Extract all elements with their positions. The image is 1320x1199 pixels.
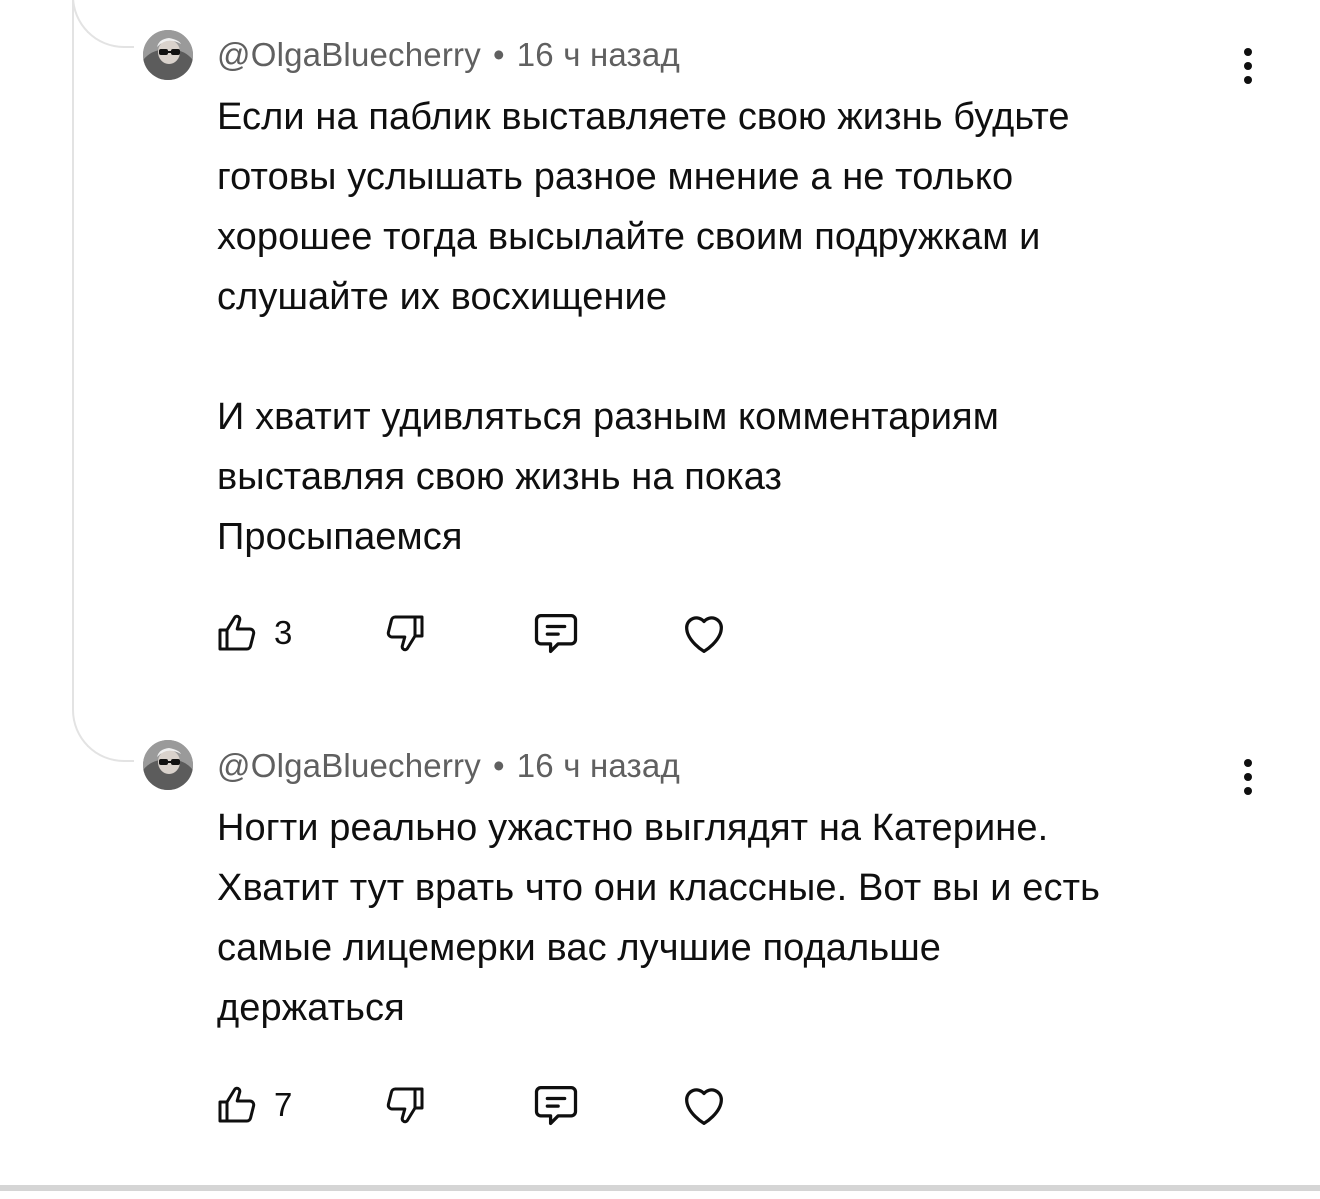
reply-button[interactable]: [530, 1079, 582, 1131]
author-name[interactable]: @OlgaBluecherry: [217, 36, 481, 73]
comment-icon: [534, 614, 578, 654]
dislike-button[interactable]: [380, 1079, 428, 1131]
like-count: 3: [274, 614, 293, 651]
thumbs-up-icon: [218, 1086, 256, 1123]
avatar[interactable]: [143, 740, 193, 790]
like-button[interactable]: 7: [214, 1079, 292, 1131]
timestamp[interactable]: 16 ч назад: [517, 747, 680, 784]
comment-text: Если на паблик выставляете свою жизнь бу…: [217, 96, 1070, 558]
comment-text: Ногти реально ужастно выглядят на Катери…: [217, 807, 1101, 1029]
thumbs-down-icon: [386, 615, 424, 652]
like-button[interactable]: 3: [214, 607, 292, 659]
heart-button[interactable]: [678, 607, 730, 659]
dislike-button[interactable]: [380, 607, 428, 659]
thumbs-down-icon: [386, 1087, 424, 1124]
kebab-menu-icon[interactable]: [1236, 757, 1260, 797]
separator: •: [492, 747, 505, 784]
reply-button[interactable]: [530, 607, 582, 659]
kebab-menu-icon[interactable]: [1236, 46, 1260, 86]
timestamp[interactable]: 16 ч назад: [517, 36, 680, 73]
comment-meta: @OlgaBluecherry • 16 ч назад: [217, 36, 680, 74]
author-name[interactable]: @OlgaBluecherry: [217, 747, 481, 784]
separator: •: [492, 36, 505, 73]
avatar-image: [143, 30, 193, 80]
comment-icon: [534, 1086, 578, 1126]
avatar-image: [143, 740, 193, 790]
comment-meta: @OlgaBluecherry • 16 ч назад: [217, 747, 680, 785]
comment-actions: 3: [214, 607, 754, 659]
heart-icon: [685, 616, 723, 654]
thumbs-up-icon: [218, 614, 256, 651]
heart-button[interactable]: [678, 1079, 730, 1131]
comment-actions: 7: [214, 1079, 754, 1131]
bottom-divider: [0, 1185, 1320, 1191]
thread-connector: [72, 680, 134, 762]
heart-icon: [685, 1088, 723, 1126]
like-count: 7: [274, 1086, 293, 1123]
thread-connector: [72, 0, 134, 48]
thread-line: [72, 0, 74, 700]
avatar[interactable]: [143, 30, 193, 80]
